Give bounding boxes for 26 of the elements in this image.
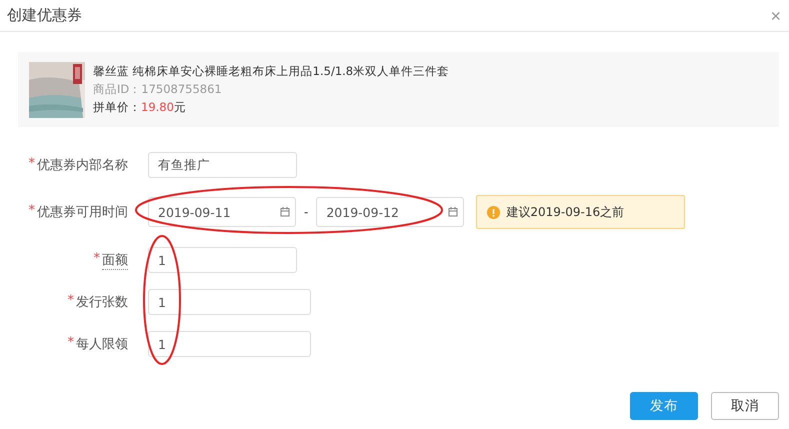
date-field[interactable]: 2019-09-12	[316, 197, 464, 227]
cancel-button[interactable]: 取消	[711, 392, 779, 420]
required-mark: *	[28, 203, 35, 220]
input-field[interactable]: 1	[148, 331, 311, 357]
product-id: 商品ID：17508755861	[93, 82, 223, 97]
product-price: 拼单价：19.80元	[93, 100, 187, 115]
warning-icon	[487, 206, 500, 218]
field-label: 面额	[102, 250, 128, 270]
input-field[interactable]: 1	[148, 289, 311, 315]
field-label: 优惠券内部名称	[37, 157, 128, 174]
tip-text: 建议2019-09-16之前	[506, 204, 624, 220]
required-mark: *	[68, 335, 74, 352]
calendar-icon[interactable]	[280, 207, 290, 217]
field-label: 优惠券可用时间	[37, 204, 128, 221]
product-name: 馨丝蓝 纯棉床单安心裸睡老粗布床上用品1.5/1.8米双人单件三件套	[93, 64, 450, 79]
field-label: 每人限领	[76, 336, 128, 353]
range-separator: -	[304, 205, 308, 219]
required-mark: *	[68, 293, 74, 310]
required-mark: *	[94, 250, 100, 268]
calendar-icon[interactable]	[448, 207, 458, 217]
input-field[interactable]: 1	[148, 247, 297, 273]
required-mark: *	[28, 156, 35, 173]
field-label: 发行张数	[76, 294, 128, 311]
input-field[interactable]: 有鱼推广	[148, 152, 297, 178]
date-field[interactable]: 2019-09-11	[148, 197, 296, 227]
dialog-title: 创建优惠券	[7, 6, 82, 25]
